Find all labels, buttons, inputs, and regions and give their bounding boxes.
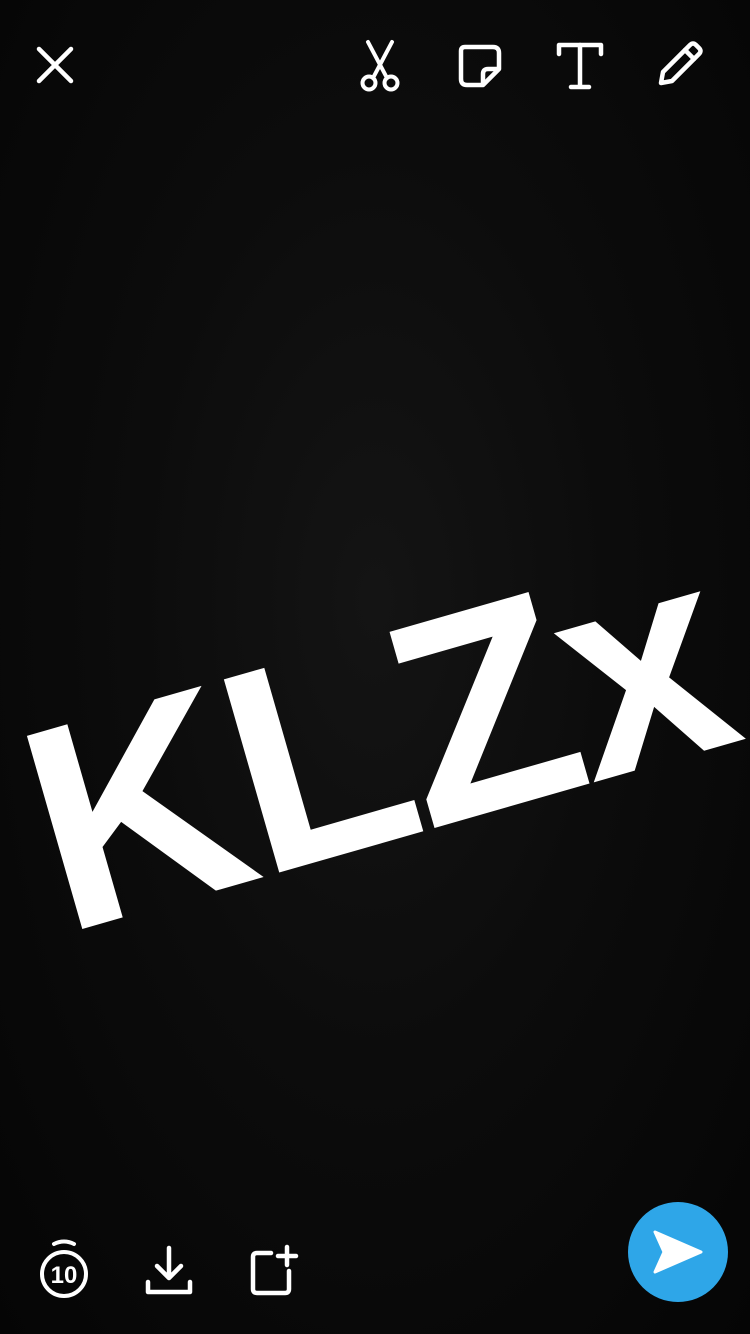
save-button[interactable] — [140, 1240, 198, 1300]
add-to-story-icon — [250, 1244, 299, 1296]
add-to-story-button[interactable] — [244, 1240, 302, 1300]
draw-button[interactable] — [652, 36, 708, 92]
scissors-button[interactable] — [352, 36, 408, 96]
sticker-button[interactable] — [452, 38, 508, 94]
timer-value: 10 — [51, 1262, 78, 1289]
sticker-icon — [458, 44, 502, 88]
text-tool-button[interactable] — [552, 38, 608, 94]
download-icon — [145, 1245, 193, 1295]
close-button[interactable] — [30, 40, 80, 90]
text-tool-icon — [556, 42, 604, 90]
snap-editor-screen: KLZx 10 — [0, 0, 750, 1334]
snap-caption-text[interactable]: KLZx — [0, 486, 750, 994]
close-icon — [36, 46, 74, 84]
send-button[interactable] — [628, 1202, 728, 1302]
send-arrow-icon — [653, 1230, 703, 1274]
timer-button[interactable]: 10 — [34, 1236, 94, 1302]
pencil-icon — [658, 41, 703, 86]
scissors-icon — [360, 40, 400, 92]
timer-icon: 10 — [40, 1239, 88, 1298]
